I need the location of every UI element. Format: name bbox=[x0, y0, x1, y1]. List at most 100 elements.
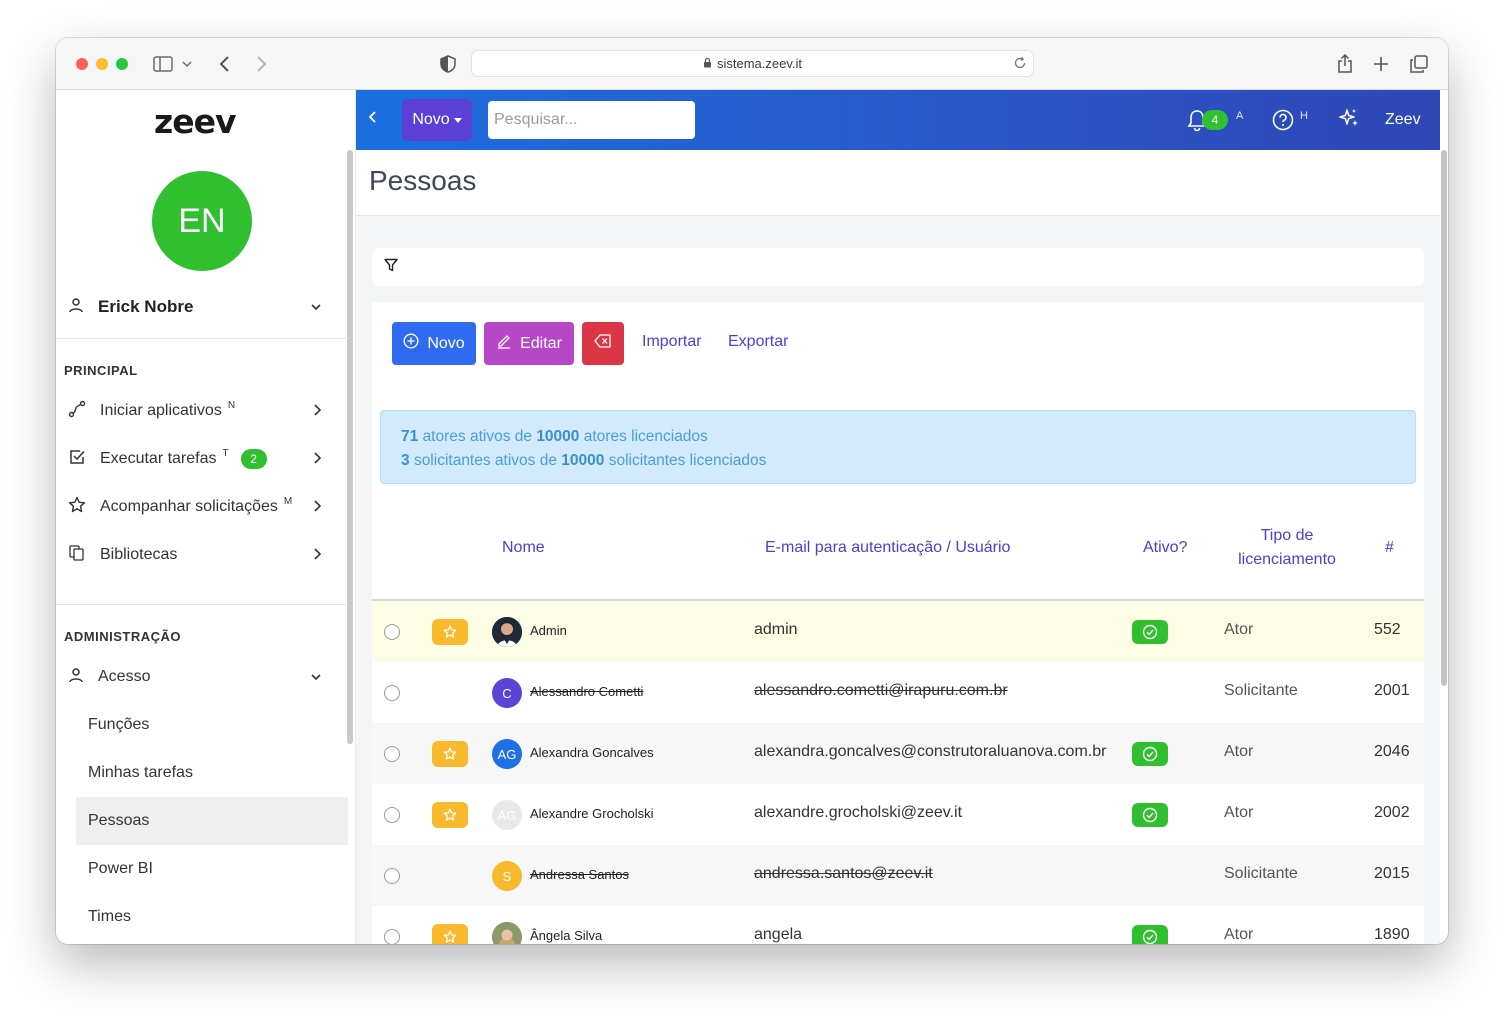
sparkles-icon bbox=[1338, 107, 1360, 134]
column-header-nome[interactable]: Nome bbox=[502, 536, 545, 560]
help-icon bbox=[1272, 109, 1294, 136]
export-link[interactable]: Exportar bbox=[728, 333, 788, 351]
sidebar-group-acesso[interactable]: Acesso bbox=[56, 657, 348, 697]
sidebar-toggle-icon[interactable] bbox=[152, 53, 174, 75]
brand-label[interactable]: Zeev bbox=[1385, 90, 1421, 150]
sidebar-item-funcoes[interactable]: Funções bbox=[76, 701, 348, 749]
person-name[interactable]: Andressa Santos bbox=[530, 867, 629, 882]
address-bar[interactable]: sistema.zeev.it bbox=[471, 50, 1034, 77]
zeev-logo[interactable]: zeev bbox=[154, 102, 236, 141]
row-select-radio[interactable] bbox=[384, 685, 400, 701]
zoom-window-button[interactable] bbox=[116, 58, 128, 70]
person-name[interactable]: Alexandre Grocholski bbox=[530, 806, 654, 821]
person-name[interactable]: Alessandro Cometti bbox=[530, 684, 643, 699]
new-person-button[interactable]: Novo bbox=[392, 322, 476, 365]
shield-icon[interactable] bbox=[437, 53, 459, 75]
user-avatar[interactable]: EN bbox=[152, 171, 252, 271]
user-icon bbox=[68, 667, 84, 688]
search-input[interactable] bbox=[488, 101, 695, 139]
sidebar-item-power-bi[interactable]: Power BI bbox=[76, 845, 348, 893]
table-row[interactable]: Admin admin Ator 552 bbox=[372, 601, 1424, 662]
sidebar-item-executar-tarefas[interactable]: Executar tarefas T 2 bbox=[56, 439, 348, 479]
app-header: Novo 4 A H Zeev bbox=[356, 90, 1440, 150]
favorite-star-badge[interactable] bbox=[432, 741, 468, 767]
column-header-ativo[interactable]: Ativo? bbox=[1143, 536, 1187, 560]
back-icon[interactable] bbox=[214, 53, 236, 75]
favorite-star-badge[interactable] bbox=[432, 619, 468, 645]
ai-sparkles-button[interactable] bbox=[1338, 90, 1362, 150]
sidebar-item-times[interactable]: Times bbox=[76, 893, 348, 941]
sidebar-item-acompanhar-solicitacoes[interactable]: Acompanhar solicitações M bbox=[56, 487, 348, 527]
shortcut-hint: A bbox=[1236, 110, 1244, 122]
share-icon[interactable] bbox=[1334, 53, 1356, 75]
person-avatar: AG bbox=[492, 739, 522, 769]
shortcut-hint: H bbox=[1300, 110, 1308, 122]
table-row[interactable]: Ângela Silva angela Ator 1890 bbox=[372, 906, 1424, 944]
table-row[interactable]: AG Alexandra Goncalves alexandra.goncalv… bbox=[372, 723, 1424, 784]
licensed-requesters-count: 10000 bbox=[561, 452, 605, 469]
person-email: alexandre.grocholski@zeev.it bbox=[754, 804, 963, 821]
divider bbox=[56, 604, 348, 605]
tabs-overview-icon[interactable] bbox=[1408, 53, 1430, 75]
reload-icon[interactable] bbox=[1013, 56, 1027, 73]
table-row[interactable]: S Andressa Santos andressa.santos@zeev.i… bbox=[372, 845, 1424, 906]
row-select-radio[interactable] bbox=[384, 807, 400, 823]
sidebar-item-iniciar-aplicativos[interactable]: Iniciar aplicativos N bbox=[56, 391, 348, 431]
column-header-id[interactable]: # bbox=[1385, 536, 1394, 560]
favorite-star-badge[interactable] bbox=[432, 802, 468, 828]
filter-icon[interactable] bbox=[384, 258, 398, 277]
plus-circle-icon bbox=[403, 333, 419, 354]
route-icon bbox=[68, 400, 86, 423]
notifications-button[interactable]: 4 A bbox=[1184, 90, 1254, 150]
user-menu[interactable]: Erick Nobre bbox=[56, 290, 348, 324]
browser-titlebar: sistema.zeev.it bbox=[56, 38, 1448, 90]
person-id: 552 bbox=[1374, 621, 1401, 638]
edit-person-button[interactable]: Editar bbox=[484, 322, 574, 365]
sidebar-item-pessoas[interactable]: Pessoas bbox=[76, 797, 348, 845]
help-button[interactable]: H bbox=[1272, 90, 1312, 150]
sidebar-item-minhas-tarefas[interactable]: Minhas tarefas bbox=[76, 749, 348, 797]
person-email: alessandro.cometti@irapuru.com.br bbox=[754, 682, 1008, 699]
user-icon bbox=[68, 297, 84, 318]
person-email: admin bbox=[754, 621, 798, 638]
favorite-star-badge[interactable] bbox=[432, 924, 468, 944]
forward-icon[interactable] bbox=[250, 53, 272, 75]
column-header-tipo[interactable]: Tipo de licenciamento bbox=[1232, 524, 1342, 572]
license-type: Ator bbox=[1224, 743, 1254, 760]
person-id: 2001 bbox=[1374, 682, 1410, 699]
divider bbox=[56, 338, 348, 339]
new-request-dropdown[interactable]: Novo bbox=[402, 99, 472, 141]
collapse-sidebar-icon[interactable] bbox=[368, 110, 378, 129]
main-scrollbar-thumb[interactable] bbox=[1441, 150, 1447, 686]
chevron-right-icon bbox=[312, 499, 322, 518]
row-select-radio[interactable] bbox=[384, 624, 400, 640]
delete-person-button[interactable] bbox=[582, 322, 624, 365]
active-check-badge bbox=[1132, 620, 1168, 644]
row-select-radio[interactable] bbox=[384, 929, 400, 944]
sidebar-item-bibliotecas[interactable]: Bibliotecas bbox=[56, 535, 348, 575]
table-row[interactable]: C Alessandro Cometti alessandro.cometti@… bbox=[372, 662, 1424, 723]
minimize-window-button[interactable] bbox=[96, 58, 108, 70]
active-requesters-count: 3 bbox=[401, 452, 410, 469]
new-tab-icon[interactable] bbox=[1370, 53, 1392, 75]
table-row[interactable]: AG Alexandre Grocholski alexandre.grocho… bbox=[372, 784, 1424, 845]
chevron-down-icon[interactable] bbox=[180, 53, 194, 75]
library-icon bbox=[68, 544, 86, 567]
column-header-email[interactable]: E-mail para autenticação / Usuário bbox=[765, 536, 1010, 560]
page-header: Pessoas bbox=[356, 150, 1440, 216]
requesters-license-line: 3 solicitantes ativos de 10000 solicitan… bbox=[401, 449, 1395, 473]
close-window-button[interactable] bbox=[76, 58, 88, 70]
person-id: 2015 bbox=[1374, 865, 1410, 882]
person-name[interactable]: Alexandra Goncalves bbox=[530, 745, 654, 760]
person-name[interactable]: Ângela Silva bbox=[530, 928, 602, 943]
row-select-radio[interactable] bbox=[384, 746, 400, 762]
person-name[interactable]: Admin bbox=[530, 623, 567, 638]
task-count-badge: 2 bbox=[240, 449, 267, 469]
main-scrollbar[interactable] bbox=[1440, 150, 1448, 690]
import-link[interactable]: Importar bbox=[642, 333, 702, 351]
filter-bar[interactable] bbox=[372, 248, 1424, 286]
row-select-radio[interactable] bbox=[384, 868, 400, 884]
license-type: Solicitante bbox=[1224, 682, 1298, 699]
notification-count-badge: 4 bbox=[1202, 110, 1228, 130]
chevron-right-icon bbox=[312, 451, 322, 470]
